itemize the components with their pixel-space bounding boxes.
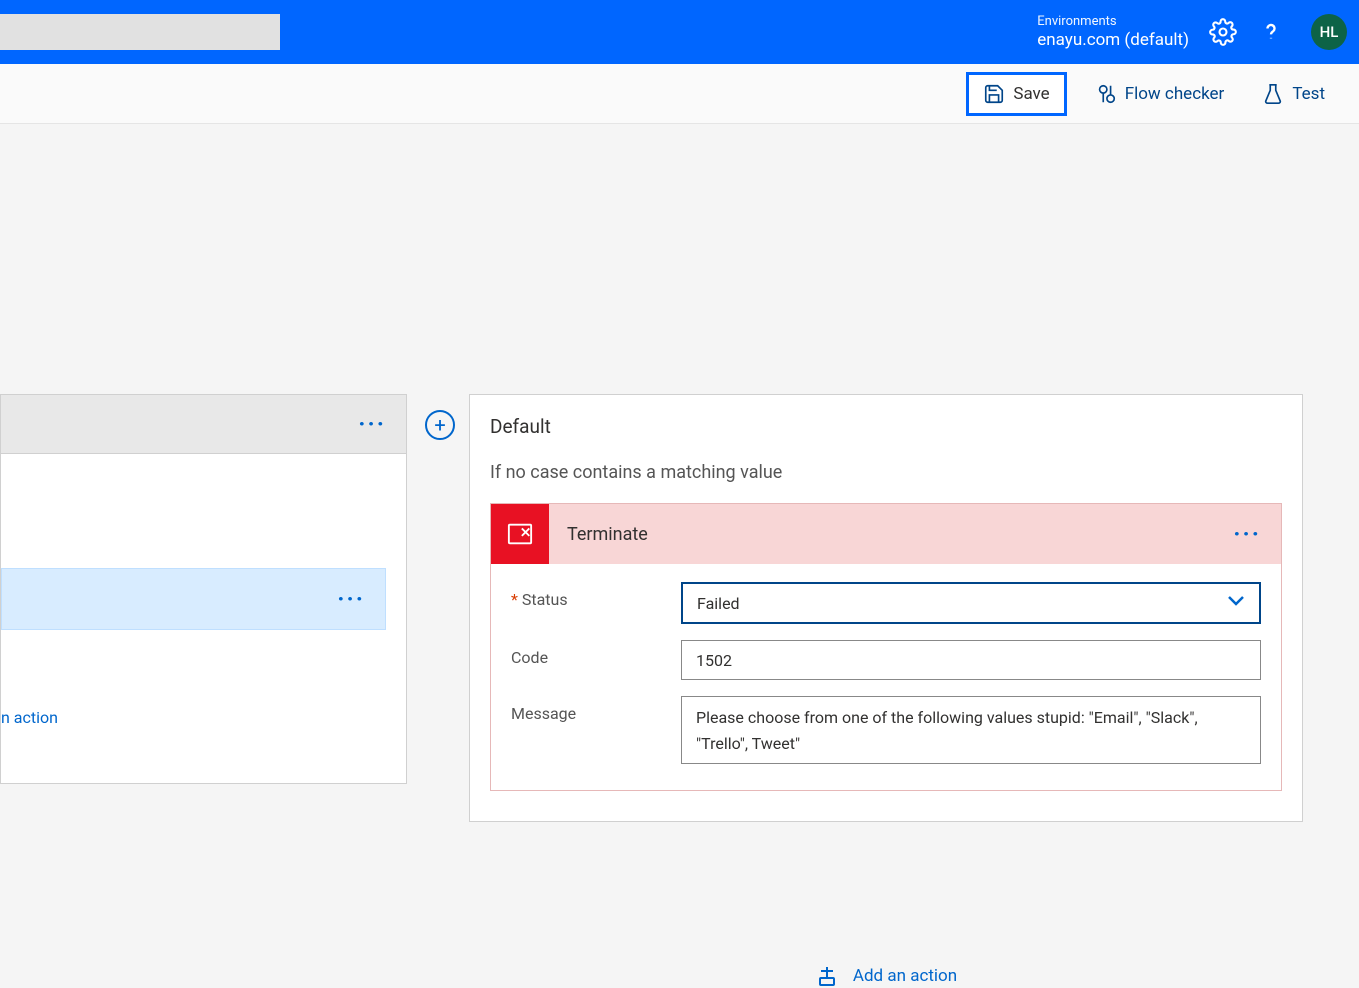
more-icon[interactable]: ···	[337, 585, 365, 613]
test-label: Test	[1292, 84, 1325, 104]
help-icon[interactable]	[1257, 18, 1285, 46]
environment-picker[interactable]: Environments enayu.com (default)	[1023, 14, 1189, 50]
terminate-action-card: Terminate ··· * Status Failed Code	[490, 503, 1282, 791]
message-label: Message	[511, 696, 681, 723]
app-header: Environments enayu.com (default) HL	[0, 0, 1359, 64]
environments-label: Environments	[1037, 14, 1189, 30]
flow-checker-button[interactable]: Flow checker	[1085, 77, 1235, 111]
avatar-initials: HL	[1320, 23, 1339, 41]
add-action-label: Add an action	[853, 966, 957, 986]
settings-icon[interactable]	[1209, 18, 1237, 46]
terminate-icon	[491, 504, 549, 564]
flow-checker-label: Flow checker	[1125, 84, 1225, 104]
default-case-subtitle: If no case contains a matching value	[490, 462, 1282, 483]
toolbar: Save Flow checker Test	[0, 64, 1359, 124]
default-case-card: Default If no case contains a matching v…	[469, 394, 1303, 822]
add-action-link[interactable]: n action	[1, 708, 58, 727]
terminate-header[interactable]: Terminate ···	[491, 504, 1281, 564]
default-case-title: Default	[490, 415, 1282, 438]
test-button[interactable]: Test	[1252, 77, 1335, 111]
save-button[interactable]: Save	[966, 72, 1066, 116]
add-action-button[interactable]: Add an action	[469, 964, 1303, 988]
environment-name: enayu.com (default)	[1037, 30, 1189, 50]
case-card-header[interactable]: ···	[0, 394, 407, 454]
flow-canvas: ··· ··· n action + Default If no case co…	[0, 124, 1359, 917]
avatar[interactable]: HL	[1311, 14, 1347, 50]
more-icon[interactable]: ···	[358, 410, 386, 438]
code-input[interactable]	[681, 640, 1261, 680]
search-input[interactable]	[0, 14, 280, 50]
message-input[interactable]	[681, 696, 1261, 764]
save-label: Save	[1013, 84, 1049, 104]
chevron-down-icon	[1227, 595, 1245, 611]
terminate-title: Terminate	[567, 524, 1215, 545]
case-card-body: ··· n action	[0, 454, 407, 784]
case-action-card[interactable]: ···	[1, 568, 386, 630]
code-label: Code	[511, 640, 681, 667]
status-value: Failed	[697, 594, 740, 613]
add-case-button[interactable]: +	[425, 410, 455, 440]
more-icon[interactable]: ···	[1233, 520, 1261, 548]
status-label: * Status	[511, 582, 681, 609]
status-select[interactable]: Failed	[681, 582, 1261, 624]
